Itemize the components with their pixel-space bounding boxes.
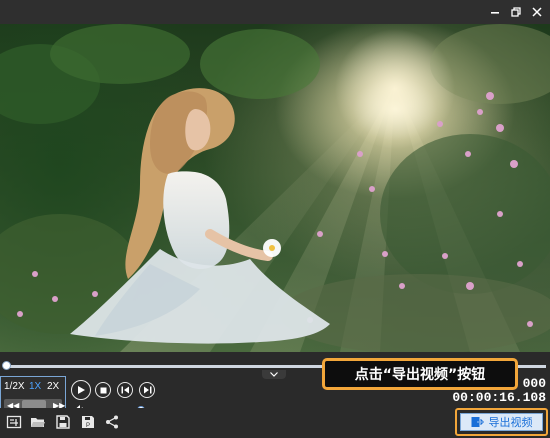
speed-selector: 1/2X 1X 2X ◀◀ ▶▶ <box>0 376 66 412</box>
instruction-text: 点击“导出视频”按钮 <box>354 367 486 383</box>
export-button-highlight: 导出视频 <box>455 408 548 436</box>
minimize-icon[interactable] <box>486 3 504 21</box>
speed-1x-option[interactable]: 1X <box>29 381 41 392</box>
previous-frame-button[interactable] <box>117 382 133 398</box>
restore-icon[interactable] <box>507 3 525 21</box>
export-video-label: 导出视频 <box>488 417 533 429</box>
close-icon[interactable] <box>528 3 546 21</box>
speed-half-option[interactable]: 1/2X <box>4 381 25 392</box>
snapshot-icon[interactable] <box>6 414 22 430</box>
svg-text:P: P <box>86 423 90 429</box>
play-button[interactable] <box>71 380 91 400</box>
collapse-panel-button[interactable] <box>262 370 286 379</box>
save-as-icon[interactable]: P <box>80 414 96 430</box>
step-back-icon <box>121 386 129 394</box>
instruction-callout: 点击“导出视频”按钮 <box>322 358 518 390</box>
video-preview[interactable] <box>0 24 550 352</box>
speed-2x-option[interactable]: 2X <box>47 381 59 392</box>
play-icon <box>78 386 85 394</box>
next-frame-button[interactable] <box>139 382 155 398</box>
folder-open-icon[interactable] <box>30 414 46 430</box>
export-video-button[interactable]: 导出视频 <box>460 413 543 431</box>
chevron-down-icon <box>270 372 278 377</box>
progress-knob[interactable] <box>2 361 12 370</box>
save-icon[interactable] <box>55 414 71 430</box>
timecode-current: 00:00:16.108 <box>452 390 546 405</box>
share-icon[interactable] <box>104 414 120 430</box>
stop-icon <box>100 387 106 393</box>
video-frame-image <box>0 24 550 352</box>
timecode-total: 000 <box>522 376 546 391</box>
title-bar <box>0 0 550 24</box>
step-forward-icon <box>143 386 151 394</box>
export-icon <box>471 417 484 427</box>
video-editor-window: 1/2X 1X 2X ◀◀ ▶▶ 000 00:00:16.108 P 导出视频… <box>0 0 550 438</box>
stop-button[interactable] <box>95 382 111 398</box>
